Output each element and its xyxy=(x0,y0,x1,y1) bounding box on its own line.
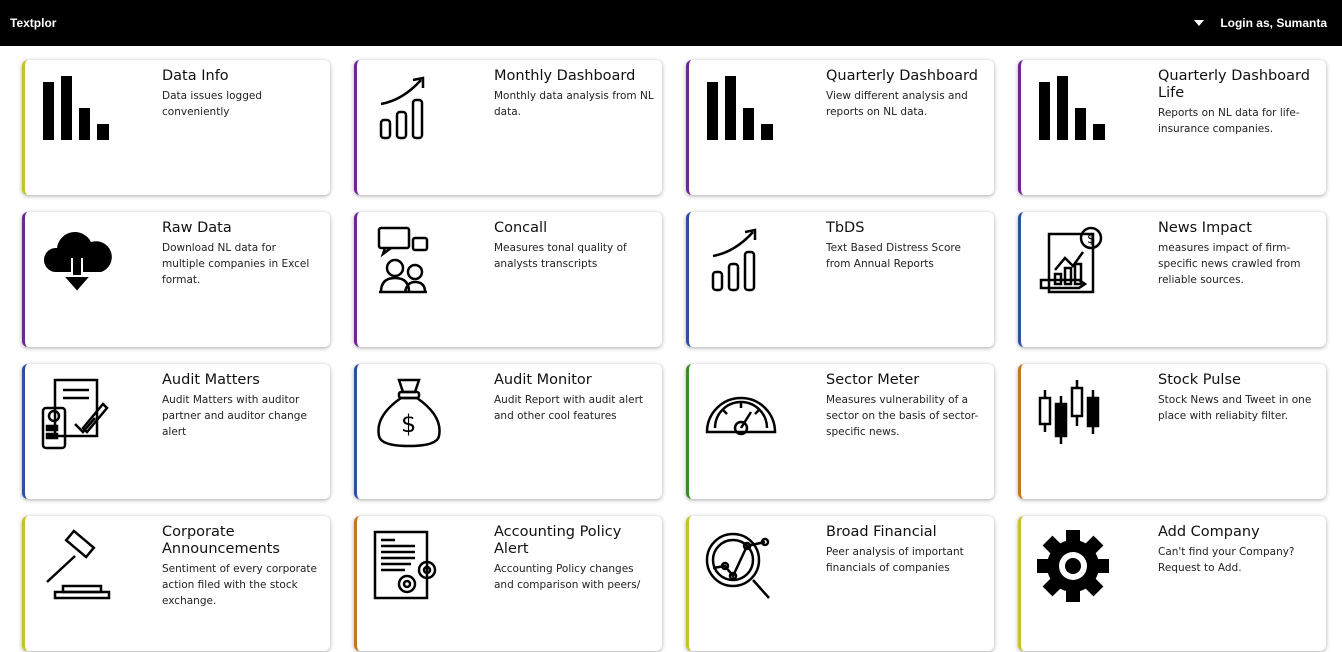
card-title: Broad Financial xyxy=(826,524,937,540)
magnifier-chart-icon xyxy=(703,528,779,604)
card-title: Monthly Dashboard xyxy=(494,68,636,84)
card-description: Measures tonal quality of analysts trans… xyxy=(494,242,627,270)
card-description: Stock News and Tweet in one place with r… xyxy=(1158,394,1312,422)
gauge-icon xyxy=(703,376,779,452)
financial-report-icon: $ xyxy=(1035,224,1111,300)
bar-chart-icon xyxy=(703,72,779,148)
user-login-label[interactable]: Login as, Sumanta xyxy=(1220,16,1327,30)
card-description: Audit Report with audit alert and other … xyxy=(494,394,644,422)
user-menu[interactable]: Login as, Sumanta xyxy=(1194,16,1327,30)
app-card-quarterly-dashboard[interactable]: Quarterly Dashboard View different analys… xyxy=(686,60,994,195)
app-card-audit-matters[interactable]: Audit Matters Audit Matters with auditor … xyxy=(22,364,330,499)
app-card-quarterly-dashboard-life[interactable]: Quarterly Dashboard Life Reports on NL da… xyxy=(1018,60,1326,195)
card-title: Add Company xyxy=(1158,524,1260,540)
top-navbar: Textplor Login as, Sumanta xyxy=(0,0,1342,46)
app-card-audit-monitor[interactable]: $ Audit Monitor Audit Report with audit al… xyxy=(354,364,662,499)
app-card-monthly-dashboard[interactable]: Monthly Dashboard Monthly data analysis f… xyxy=(354,60,662,195)
cloud-download-icon xyxy=(39,224,115,300)
svg-text:$: $ xyxy=(1087,232,1095,247)
card-description: Measures vulnerability of a sector on th… xyxy=(826,394,979,438)
caret-down-icon[interactable] xyxy=(1194,20,1205,26)
app-card-news-impact[interactable]: $ News Impact measures impact of firm-spec… xyxy=(1018,212,1326,347)
growth-chart-icon xyxy=(703,224,779,300)
conversation-icon xyxy=(371,224,447,300)
card-description: Monthly data analysis from NL data. xyxy=(494,90,654,118)
card-title: Sector Meter xyxy=(826,372,920,388)
brand-logo[interactable]: Textplor xyxy=(10,16,56,30)
app-card-corporate-announcements[interactable]: Corporate Announcements Sentiment of ever… xyxy=(22,516,330,651)
card-description: Reports on NL data for life-insurance co… xyxy=(1158,107,1300,135)
app-card-data-info[interactable]: Data Info Data issues logged conveniently xyxy=(22,60,330,195)
card-title: Data Info xyxy=(162,68,229,84)
card-title: TbDS xyxy=(826,220,865,236)
card-title: Quarterly Dashboard xyxy=(826,68,978,84)
app-card-broad-financial[interactable]: Broad Financial Peer analysis of importan… xyxy=(686,516,994,651)
card-description: Accounting Policy changes and comparison… xyxy=(494,563,641,591)
bar-chart-icon xyxy=(39,72,115,148)
app-card-raw-data[interactable]: Raw Data Download NL data for multiple co… xyxy=(22,212,330,347)
policy-document-icon xyxy=(371,528,447,604)
card-description: View different analysis and reports on N… xyxy=(826,90,968,118)
gear-icon xyxy=(1035,528,1111,604)
app-card-add-company[interactable]: Add Company Can't find your Company? Requ… xyxy=(1018,516,1326,651)
card-title: Quarterly Dashboard Life xyxy=(1158,68,1310,101)
card-title: Stock Pulse xyxy=(1158,372,1241,388)
audit-document-icon xyxy=(39,376,115,452)
card-title: Accounting Policy Alert xyxy=(494,524,622,557)
bar-chart-icon xyxy=(1035,72,1111,148)
card-description: Peer analysis of important financials of… xyxy=(826,546,964,574)
candlestick-icon xyxy=(1035,376,1111,452)
card-description: Text Based Distress Score from Annual Re… xyxy=(826,242,961,270)
card-title: Raw Data xyxy=(162,220,232,236)
card-title: Concall xyxy=(494,220,548,236)
card-title: Audit Matters xyxy=(162,372,260,388)
card-description: Data issues logged conveniently xyxy=(162,90,262,118)
card-description: measures impact of firm-specific news cr… xyxy=(1158,242,1301,286)
card-title: News Impact xyxy=(1158,220,1252,236)
card-description: Download NL data for multiple companies … xyxy=(162,242,310,286)
card-title: Audit Monitor xyxy=(494,372,592,388)
card-description: Sentiment of every corporate action file… xyxy=(162,563,318,607)
card-title: Corporate Announcements xyxy=(162,524,280,557)
svg-text:$: $ xyxy=(401,410,416,438)
gavel-icon xyxy=(39,528,115,604)
money-bag-icon: $ xyxy=(371,376,447,452)
card-description: Audit Matters with auditor partner and a… xyxy=(162,394,307,438)
app-card-stock-pulse[interactable]: Stock Pulse Stock News and Tweet in one p… xyxy=(1018,364,1326,499)
app-card-sector-meter[interactable]: Sector Meter Measures vulnerability of a … xyxy=(686,364,994,499)
card-description: Can't find your Company? Request to Add. xyxy=(1158,546,1295,574)
growth-chart-icon xyxy=(371,72,447,148)
app-card-accounting-policy-alert[interactable]: Accounting Policy Alert Accounting Policy… xyxy=(354,516,662,651)
app-card-tbds[interactable]: TbDS Text Based Distress Score from Annua… xyxy=(686,212,994,347)
app-card-concall[interactable]: Concall Measures tonal quality of analyst… xyxy=(354,212,662,347)
